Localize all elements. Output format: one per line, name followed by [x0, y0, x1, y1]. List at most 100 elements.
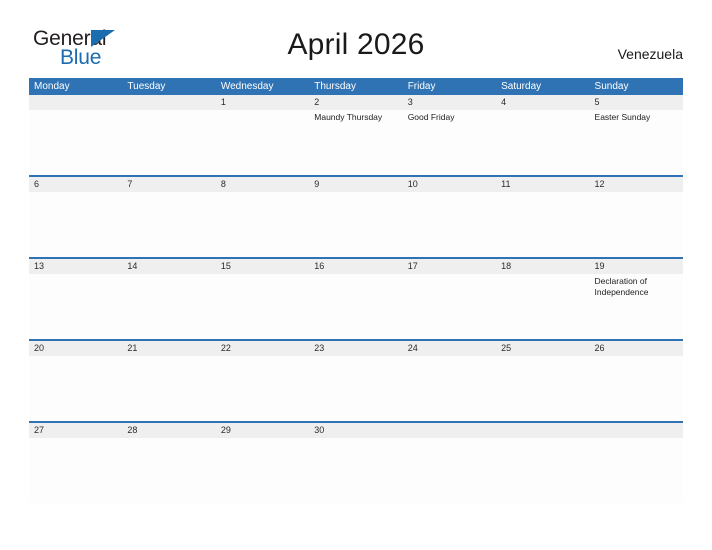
day-number-21[interactable]: 21: [122, 341, 215, 356]
calendar-week-row: 20 21 22 23 24 25 26: [29, 339, 683, 421]
day-number-empty: [403, 423, 496, 438]
holiday-event-label: Maundy Thursday: [314, 112, 383, 122]
day-number-12[interactable]: 12: [590, 177, 683, 192]
weekday-header-friday: Friday: [407, 81, 436, 92]
day-number-16[interactable]: 16: [309, 259, 402, 274]
day-number-7[interactable]: 7: [122, 177, 215, 192]
day-number-26[interactable]: 26: [590, 341, 683, 356]
week-date-band: 20 21 22 23 24 25 26: [29, 341, 683, 356]
calendar-week-row: 1 2 3 4 5 Maundy Thursday Good Friday Easter Su…: [29, 95, 683, 175]
week-date-band: 12345: [29, 95, 683, 110]
week-event-band: [29, 356, 683, 421]
weekday-header-wednesday: Wednesday: [220, 81, 274, 92]
day-cell-20[interactable]: [29, 356, 122, 421]
day-cell-4[interactable]: [496, 110, 589, 175]
week-date-band: 13 14 15 16 17 18 19: [29, 259, 683, 274]
day-number-empty: [590, 423, 683, 438]
day-cell-28[interactable]: [122, 438, 215, 503]
day-cell-3[interactable]: Good Friday: [403, 110, 496, 175]
day-number-18[interactable]: 18: [496, 259, 589, 274]
day-number-11[interactable]: 11: [496, 177, 589, 192]
day-number-14[interactable]: 14: [122, 259, 215, 274]
week-event-band: [29, 192, 683, 257]
day-number-28[interactable]: 28: [122, 423, 215, 438]
day-cell-empty: [496, 438, 589, 503]
day-cell-23[interactable]: [309, 356, 402, 421]
holiday-event-label: Easter Sunday: [594, 112, 651, 122]
day-number-6[interactable]: 6: [29, 177, 122, 192]
day-cell-14[interactable]: [122, 274, 215, 339]
day-cell-16[interactable]: [309, 274, 402, 339]
week-event-band: Maundy Thursday Good Friday Easter Sunday: [29, 110, 683, 175]
day-cell-15[interactable]: [216, 274, 309, 339]
day-number-29[interactable]: 29: [216, 423, 309, 438]
weekday-header-tuesday: Tuesday: [127, 81, 166, 92]
calendar-week-row: 13 14 15 16 17 18 19 Declaration of Independenc…: [29, 257, 683, 339]
day-cell-21[interactable]: [122, 356, 215, 421]
day-number-3[interactable]: 3: [403, 95, 496, 110]
day-number-10[interactable]: 10: [403, 177, 496, 192]
day-cell-9[interactable]: [309, 192, 402, 257]
day-cell-29[interactable]: [216, 438, 309, 503]
day-number-empty: [122, 95, 215, 110]
day-number-1[interactable]: 1: [216, 95, 309, 110]
calendar-weeks: 1 2 3 4 5 Maundy Thursday Good Friday Easter Su…: [29, 95, 683, 503]
page-header: General Blue April 2026 Venezuela: [0, 0, 712, 78]
day-number-22[interactable]: 22: [216, 341, 309, 356]
day-number-20[interactable]: 20: [29, 341, 122, 356]
country-label: Venezuela: [617, 46, 683, 62]
day-cell-10[interactable]: [403, 192, 496, 257]
day-number-15[interactable]: 15: [216, 259, 309, 274]
weekday-header-monday: Monday: [34, 81, 70, 92]
day-number-13[interactable]: 13: [29, 259, 122, 274]
calendar-grid: Monday Tuesday Wednesday Thursday Friday…: [29, 78, 683, 503]
weekday-header-row: Monday Tuesday Wednesday Thursday Friday…: [29, 78, 683, 95]
calendar-week-row: 27 28 29 30: [29, 421, 683, 503]
day-cell-empty: [122, 110, 215, 175]
day-cell-25[interactable]: [496, 356, 589, 421]
day-cell-7[interactable]: [122, 192, 215, 257]
day-number-8[interactable]: 8: [216, 177, 309, 192]
weekday-header-sunday: Sunday: [594, 81, 629, 92]
day-number-4[interactable]: 4: [496, 95, 589, 110]
day-cell-22[interactable]: [216, 356, 309, 421]
weekday-header-saturday: Saturday: [501, 81, 542, 92]
day-number-30[interactable]: 30: [309, 423, 402, 438]
calendar-week-row: 6 7 8 9 10 11 12: [29, 175, 683, 257]
day-cell-26[interactable]: [590, 356, 683, 421]
week-event-band: Declaration of Independence: [29, 274, 683, 339]
day-number-19[interactable]: 19: [590, 259, 683, 274]
day-number-25[interactable]: 25: [496, 341, 589, 356]
calendar-page: General Blue April 2026 Venezuela Monday…: [0, 0, 712, 550]
day-number-23[interactable]: 23: [309, 341, 402, 356]
day-cell-11[interactable]: [496, 192, 589, 257]
day-cell-8[interactable]: [216, 192, 309, 257]
weekday-header-thursday: Thursday: [314, 81, 356, 92]
day-number-2[interactable]: 2: [309, 95, 402, 110]
day-cell-empty: [29, 110, 122, 175]
day-number-empty: [29, 95, 122, 110]
day-number-27[interactable]: 27: [29, 423, 122, 438]
day-number-17[interactable]: 17: [403, 259, 496, 274]
day-cell-6[interactable]: [29, 192, 122, 257]
day-number-5[interactable]: 5: [590, 95, 683, 110]
day-cell-13[interactable]: [29, 274, 122, 339]
day-number-9[interactable]: 9: [309, 177, 402, 192]
day-number-empty: [496, 423, 589, 438]
day-number-24[interactable]: 24: [403, 341, 496, 356]
week-date-band: 27 28 29 30: [29, 423, 683, 438]
day-cell-5[interactable]: Easter Sunday: [590, 110, 683, 175]
page-title: April 2026: [287, 28, 425, 61]
day-cell-18[interactable]: [496, 274, 589, 339]
day-cell-30[interactable]: [309, 438, 402, 503]
day-cell-24[interactable]: [403, 356, 496, 421]
day-cell-17[interactable]: [403, 274, 496, 339]
day-cell-12[interactable]: [590, 192, 683, 257]
holiday-event-label: Declaration of Independence: [594, 276, 649, 297]
holiday-event-label: Good Friday: [407, 112, 455, 122]
day-cell-27[interactable]: [29, 438, 122, 503]
day-cell-1[interactable]: [216, 110, 309, 175]
day-cell-empty: [590, 438, 683, 503]
day-cell-2[interactable]: Maundy Thursday: [309, 110, 402, 175]
day-cell-19[interactable]: Declaration of Independence: [590, 274, 683, 339]
